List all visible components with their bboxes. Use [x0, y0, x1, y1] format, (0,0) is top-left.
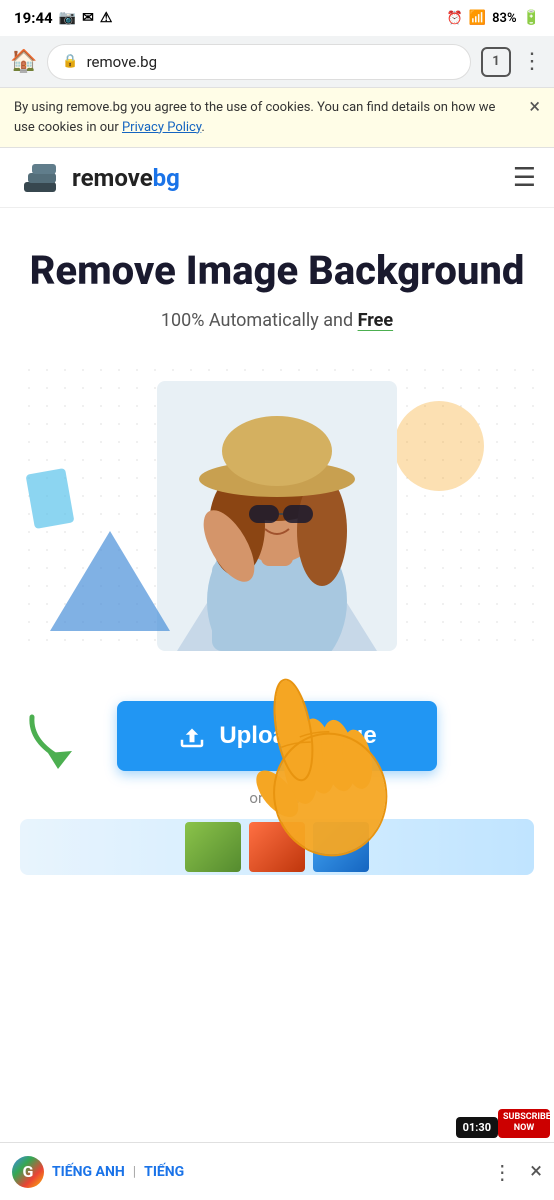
timer-badge: 01:30 — [456, 1117, 498, 1138]
free-label: Free — [358, 310, 394, 331]
cookie-text: By using remove.bg you agree to the use … — [14, 98, 519, 137]
or-text: or try on — [249, 789, 304, 807]
logo-icon — [18, 156, 62, 200]
status-time: 19:44 — [14, 9, 53, 27]
status-bar: 19:44 📷 ✉ ⚠ ⏰ 📶 83% 🔋 — [0, 0, 554, 36]
demo-image — [157, 381, 397, 651]
translate-close-button[interactable]: × — [530, 1159, 542, 1184]
arrow-decoration — [22, 707, 94, 775]
sample-image-2 — [249, 822, 305, 872]
sample-image-1 — [185, 822, 241, 872]
status-right: ⏰ 📶 83% 🔋 — [446, 10, 540, 26]
url-text: remove.bg — [87, 53, 157, 71]
alarm-icon: ⏰ — [446, 11, 462, 26]
subscribe-badge: SUBSCRIBE NOW — [498, 1109, 550, 1138]
url-bar[interactable]: 🔒 remove.bg — [47, 44, 471, 80]
language-option-1[interactable]: TIẾNG ANH — [52, 1164, 125, 1180]
google-translate-icon: G — [12, 1156, 44, 1188]
translate-bar: G TIẾNG ANH | TIẾNG ⋮ × — [0, 1142, 554, 1200]
address-bar: 🏠 🔒 remove.bg 1 ⋮ — [0, 36, 554, 88]
hero-subtitle: 100% Automatically and Free — [20, 310, 534, 331]
upload-section: Upload Image or try on — [0, 701, 554, 895]
warning-icon: ⚠ — [100, 10, 113, 26]
tab-count-button[interactable]: 1 — [481, 47, 511, 77]
upload-icon — [177, 721, 207, 751]
cookie-banner: By using remove.bg you agree to the use … — [0, 88, 554, 148]
lock-icon: 🔒 — [62, 54, 78, 69]
home-button[interactable]: 🏠 — [10, 49, 37, 74]
browser-menu-button[interactable]: ⋮ — [521, 49, 544, 74]
privacy-policy-link[interactable]: Privacy Policy — [122, 120, 201, 135]
blue-triangle-decoration — [50, 531, 170, 631]
hamburger-menu-button[interactable]: ☰ — [513, 163, 536, 193]
message-icon: ✉ — [82, 10, 94, 26]
upload-button-label: Upload Image — [219, 722, 376, 750]
navbar: removebg ☰ — [0, 148, 554, 208]
battery-icon: 🔋 — [523, 10, 540, 26]
language-option-2[interactable]: TIẾNG — [144, 1164, 184, 1180]
sample-images-strip — [20, 819, 534, 875]
translate-separator: | — [133, 1164, 136, 1180]
main-content: Remove Image Background 100% Automatical… — [0, 208, 554, 701]
cookie-close-button[interactable]: × — [529, 96, 540, 116]
hero-title: Remove Image Background — [20, 248, 534, 294]
sample-image-3 — [313, 822, 369, 872]
camera-icon: 📷 — [59, 10, 76, 26]
demo-area — [20, 361, 534, 651]
logo-text: removebg — [72, 164, 180, 192]
translate-more-button[interactable]: ⋮ — [492, 1160, 512, 1184]
logo[interactable]: removebg — [18, 156, 180, 200]
status-left: 19:44 📷 ✉ ⚠ — [14, 9, 112, 27]
wifi-icon: 📶 — [469, 10, 486, 26]
upload-image-button[interactable]: Upload Image — [117, 701, 437, 771]
battery-percent: 83% — [492, 11, 516, 26]
orange-circle-decoration — [394, 401, 484, 491]
